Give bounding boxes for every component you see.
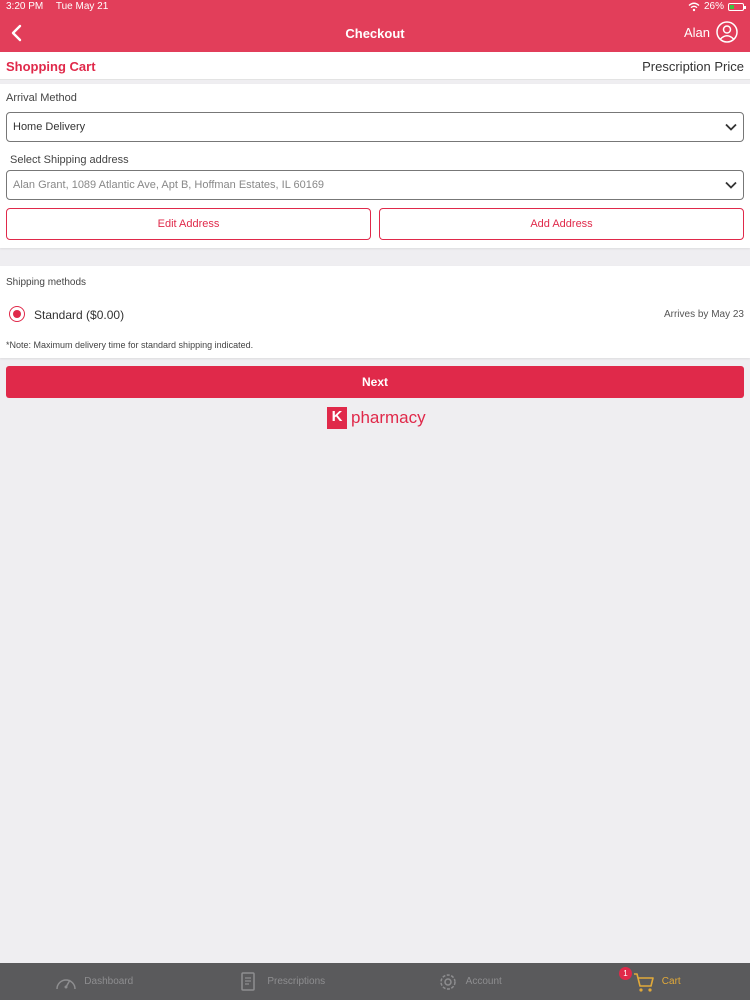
cart-icon xyxy=(633,972,654,992)
shipping-note: *Note: Maximum delivery time for standar… xyxy=(6,340,254,350)
chevron-down-icon xyxy=(725,123,737,131)
kmart-logo-icon: K xyxy=(327,407,347,429)
shopping-cart-label: Shopping Cart xyxy=(6,59,96,74)
shipping-address-label: Select Shipping address xyxy=(10,154,129,166)
cart-subheader: Shopping Cart Prescription Price xyxy=(0,52,750,80)
tab-cart-label: Cart xyxy=(661,976,681,987)
battery-percent: 26% xyxy=(703,1,724,12)
cart-count-badge: 1 xyxy=(619,967,632,980)
prescription-icon xyxy=(241,971,256,991)
tab-dashboard[interactable]: Dashboard xyxy=(0,963,188,1000)
next-button[interactable]: Next xyxy=(6,366,744,398)
app-header: 3:20 PM Tue May 21 26% Checkout Alan xyxy=(0,0,750,52)
arrival-method-select[interactable]: Home Delivery xyxy=(6,112,744,142)
tab-cart[interactable]: Cart xyxy=(563,963,750,1000)
shipping-methods-card: Shipping methods Standard ($0.00) Arrive… xyxy=(0,266,750,358)
user-avatar-icon xyxy=(716,21,738,43)
status-time: 3:20 PM xyxy=(6,1,44,12)
shipping-address-select[interactable]: Alan Grant, 1089 Atlantic Ave, Apt B, Ho… xyxy=(6,170,744,200)
tab-prescriptions[interactable]: Prescriptions xyxy=(188,963,376,1000)
arrival-method-label: Arrival Method xyxy=(6,92,77,104)
user-name: Alan xyxy=(683,24,710,40)
chevron-down-icon xyxy=(725,181,737,189)
arrival-date-label: Arrives by May 23 xyxy=(663,309,744,320)
status-bar: 3:20 PM Tue May 21 26% xyxy=(0,0,750,14)
status-left: 3:20 PM Tue May 21 xyxy=(6,0,118,14)
add-address-button[interactable]: Add Address xyxy=(379,208,744,240)
logo-text: pharmacy xyxy=(351,408,426,427)
battery-icon xyxy=(728,3,746,11)
kmart-pharmacy-logo: K pharmacy xyxy=(327,407,426,429)
standard-shipping-radio[interactable] xyxy=(9,306,25,322)
arrival-method-value: Home Delivery xyxy=(13,121,86,133)
delivery-card: Arrival Method Home Delivery Select Ship… xyxy=(0,84,750,248)
page-title: Checkout xyxy=(345,26,405,41)
standard-shipping-option[interactable]: Standard ($0.00) xyxy=(34,308,124,322)
edit-address-button[interactable]: Edit Address xyxy=(6,208,371,240)
gear-icon xyxy=(439,973,456,990)
shipping-address-value: Alan Grant, 1089 Atlantic Ave, Apt B, Ho… xyxy=(13,179,325,191)
tab-prescriptions-label: Prescriptions xyxy=(267,976,326,987)
prescription-price-label: Prescription Price xyxy=(642,59,744,74)
bottom-tab-bar: Dashboard Prescriptions Account Cart xyxy=(0,963,750,1000)
speedometer-icon xyxy=(56,978,77,989)
user-profile-button[interactable]: Alan xyxy=(684,21,738,43)
wifi-icon xyxy=(688,2,700,12)
status-date: Tue May 21 xyxy=(55,1,109,12)
shipping-methods-label: Shipping methods xyxy=(6,277,87,288)
status-right: 26% xyxy=(688,0,746,14)
tab-account[interactable]: Account xyxy=(375,963,563,1000)
tab-dashboard-label: Dashboard xyxy=(84,976,134,987)
tab-account-label: Account xyxy=(465,976,502,987)
